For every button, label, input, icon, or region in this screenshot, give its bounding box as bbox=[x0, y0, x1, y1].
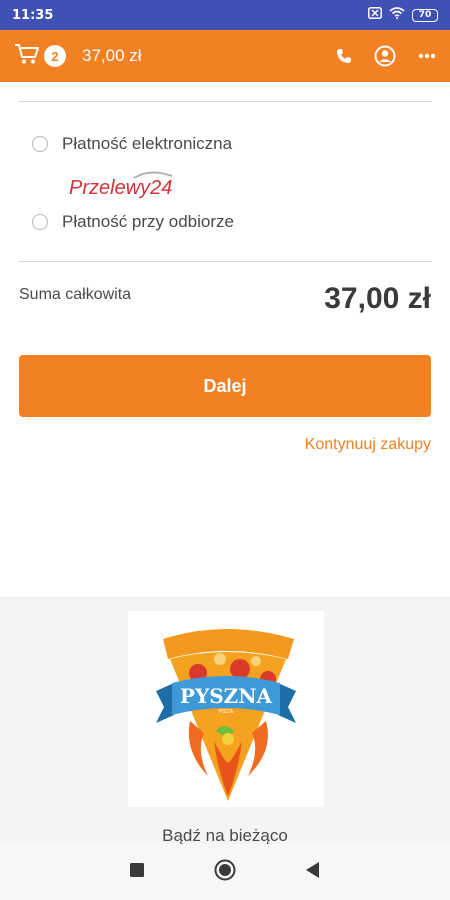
account-icon[interactable] bbox=[374, 45, 396, 67]
brand-sub: PIZZA bbox=[219, 709, 234, 715]
przelewy24-logo-text: Przelewy24 bbox=[69, 177, 172, 199]
cart-total: 37,00 zł bbox=[82, 46, 142, 65]
stay-updated-heading: Bądź na bieżąco bbox=[162, 826, 288, 845]
payment-option-label: Płatność elektroniczna bbox=[62, 134, 233, 153]
payment-option-label: Płatność przy odbiorze bbox=[62, 212, 234, 231]
cart-count-badge: 2 bbox=[44, 45, 66, 67]
battery-icon: 70 bbox=[412, 8, 438, 22]
phone-icon[interactable] bbox=[336, 48, 352, 64]
continue-shopping-link[interactable]: Kontynuuj zakupy bbox=[305, 436, 431, 454]
home-icon[interactable] bbox=[214, 859, 236, 886]
wifi-icon bbox=[389, 7, 405, 23]
system-nav-bar bbox=[0, 844, 450, 900]
radio-button[interactable] bbox=[32, 214, 48, 230]
cart-button[interactable]: 2 bbox=[14, 43, 66, 70]
footer-area: PYSZNA PIZZA Bądź na bieżąco bbox=[0, 597, 450, 845]
total-label: Suma całkowita bbox=[19, 286, 132, 303]
recent-apps-icon[interactable] bbox=[130, 862, 144, 882]
payment-option-cash-on-delivery[interactable]: Płatność przy odbiorze bbox=[32, 212, 234, 232]
divider bbox=[18, 101, 432, 102]
pyszna-logo: PYSZNA PIZZA bbox=[128, 611, 324, 807]
next-button[interactable]: Dalej bbox=[19, 355, 431, 417]
app-header: 2 37,00 zł bbox=[0, 30, 450, 82]
radio-button[interactable] bbox=[32, 136, 48, 152]
divider bbox=[18, 261, 432, 262]
total-value: 37,00 zł bbox=[324, 282, 431, 315]
header-actions bbox=[336, 45, 436, 67]
brand-name: PYSZNA bbox=[180, 684, 273, 708]
cart-icon bbox=[14, 43, 40, 70]
status-bar: 11:35 70 bbox=[0, 0, 450, 30]
status-icons: 70 bbox=[368, 7, 438, 23]
back-icon[interactable] bbox=[306, 861, 320, 883]
payment-option-electronic[interactable]: Płatność elektroniczna bbox=[32, 134, 232, 154]
status-time: 11:35 bbox=[12, 7, 54, 23]
sim-off-icon bbox=[368, 7, 382, 23]
przelewy24-logo: Przelewy24 bbox=[68, 170, 180, 200]
more-icon[interactable] bbox=[418, 53, 436, 59]
